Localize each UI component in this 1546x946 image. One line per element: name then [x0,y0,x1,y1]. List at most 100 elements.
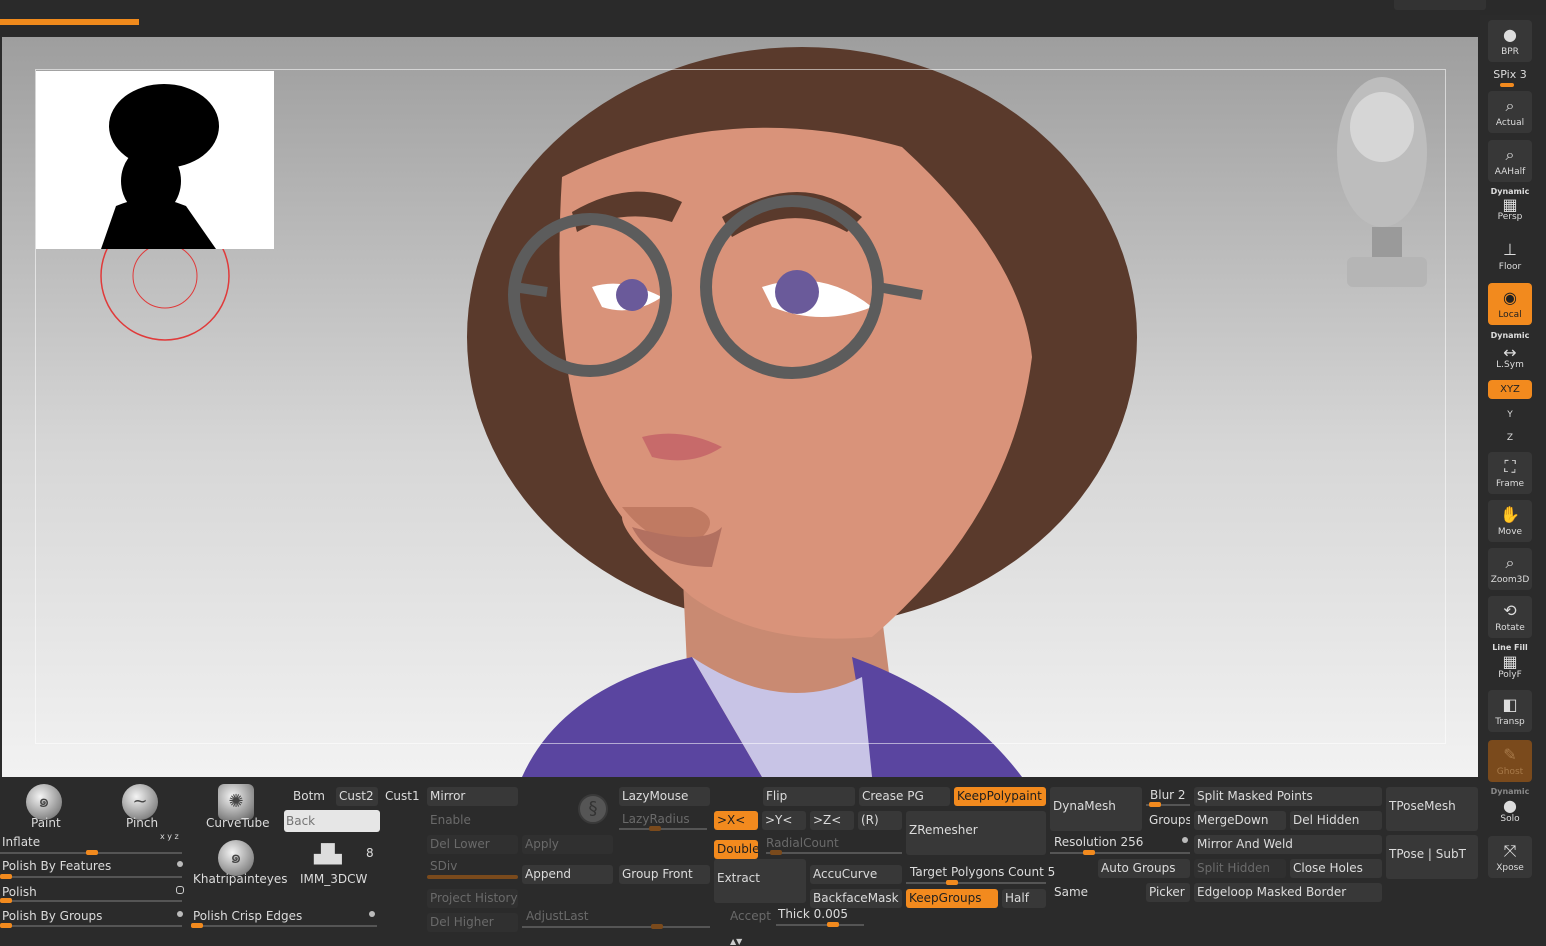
polish-by-groups-slider[interactable] [0,925,182,927]
double-button[interactable]: Double [714,840,758,859]
floor-button[interactable]: ⊥ Floor [1488,235,1532,277]
khatripainteyes-brush-icon[interactable]: ๑ [218,840,254,876]
slider-thumb[interactable] [0,874,12,879]
curvetube-brush-label[interactable]: CurveTube [206,816,270,830]
z-rotate-button[interactable]: Z [1488,428,1532,448]
mirror-and-weld-button[interactable]: Mirror And Weld [1194,835,1382,854]
slider-thumb[interactable] [946,880,958,885]
polish-slider[interactable] [0,900,182,902]
slider-thumb[interactable] [0,923,12,928]
groups-button[interactable]: Groups [1146,811,1190,830]
del-lower-button[interactable]: Del Lower [427,835,518,854]
mergedown-button[interactable]: MergeDown [1194,811,1286,830]
spix-slider[interactable]: SPix 3 [1488,68,1532,81]
ghost-button[interactable]: ✎ Ghost [1488,740,1532,782]
polish-by-features-slider[interactable] [0,876,182,878]
same-button[interactable]: Same [1054,885,1088,899]
split-hidden-button[interactable]: Split Hidden [1194,859,1286,878]
polish-crisp-edges-toggle[interactable] [369,911,375,917]
zoom3d-button[interactable]: ⌕ Zoom3D [1488,548,1532,590]
picker-button[interactable]: Picker [1146,883,1190,902]
group-front-button[interactable]: Group Front [619,865,710,884]
polish-by-features-toggle[interactable] [177,861,183,867]
aahalf-button[interactable]: ⌕ AAHalf [1488,140,1532,182]
lsym-button[interactable]: ↔ L.Sym [1488,343,1532,371]
paint-brush-icon[interactable]: ๑ [26,784,62,820]
tposemesh-button[interactable]: TPoseMesh [1386,787,1478,831]
lazymouse-icon[interactable]: § [578,794,608,824]
dynamesh-button[interactable]: DynaMesh [1050,787,1142,831]
rotate-button[interactable]: ⟲ Rotate [1488,596,1532,638]
botm-button[interactable]: Botm [290,787,332,806]
pinch-brush-label[interactable]: Pinch [126,816,158,830]
persp-button[interactable]: ▦ Persp [1488,195,1532,225]
khatripainteyes-brush-label[interactable]: Khatripainteyes [193,872,288,886]
close-holes-button[interactable]: Close Holes [1290,859,1382,878]
keepgroups-button[interactable]: KeepGroups [906,889,998,908]
polish-crisp-edges-slider[interactable] [191,925,377,927]
slider-thumb[interactable] [0,898,12,903]
project-history-button[interactable]: Project History [427,889,518,908]
resolution-toggle[interactable] [1182,837,1188,843]
zremesher-button[interactable]: ZRemesher [906,811,1046,855]
append-button[interactable]: Append [522,865,613,884]
radial-button[interactable]: (R) [858,811,902,830]
thick-slider[interactable] [776,924,864,926]
tpose-subt-button[interactable]: TPose | SubT [1386,835,1478,879]
enable-button[interactable]: Enable [430,813,471,827]
apply-button[interactable]: Apply [522,835,613,854]
split-masked-points-button[interactable]: Split Masked Points [1194,787,1382,806]
keep-polypaint-button[interactable]: KeepPolypaint [954,787,1046,806]
slider-thumb[interactable] [191,923,203,928]
backfacemask-button[interactable]: BackfaceMask [810,889,902,908]
y-axis-button[interactable]: >Y< [762,811,806,830]
x-axis-button[interactable]: >X< [714,811,758,830]
del-hidden-button[interactable]: Del Hidden [1290,811,1382,830]
adjust-last-slider[interactable] [522,926,710,928]
slider-thumb[interactable] [649,826,661,831]
target-polygons-slider[interactable] [906,882,1046,884]
crease-pg-button[interactable]: Crease PG [859,787,950,806]
xyz-axis-toggle[interactable]: x y z [160,832,179,841]
flip-button[interactable]: Flip [763,787,855,806]
top-menu-button[interactable] [1394,0,1486,10]
polish-toggle[interactable] [176,886,184,894]
sdiv-slider[interactable] [427,875,518,879]
actual-button[interactable]: ⌕ Actual [1488,91,1532,133]
pinch-brush-icon[interactable]: ~ [122,784,158,820]
radialcount-slider[interactable] [766,852,902,854]
inflate-thumb[interactable] [86,850,98,855]
bpr-button[interactable]: ● BPR [1488,20,1532,62]
spix-thumb[interactable] [1500,83,1514,87]
paint-brush-label[interactable]: Paint [31,816,61,830]
slider-thumb[interactable] [651,924,663,929]
slider-thumb[interactable] [827,922,839,927]
del-higher-button[interactable]: Del Higher [427,913,518,932]
curvetube-brush-icon[interactable]: ✺ [218,784,254,820]
slider-thumb[interactable] [1149,802,1161,807]
imm-brush-icon[interactable]: ▟▙ [314,844,342,865]
collapse-tray-icon[interactable]: ▲▼ [730,938,750,946]
imm-brush-label[interactable]: IMM_3DCW [300,872,367,886]
move-button[interactable]: ✋ Move [1488,500,1532,542]
frame-button[interactable]: ⛶ Frame [1488,452,1532,494]
auto-groups-button[interactable]: Auto Groups [1098,859,1190,878]
cust1-button[interactable]: Cust1 [382,787,422,806]
canvas-viewport[interactable] [2,37,1478,777]
xyz-rotate-button[interactable]: XYZ [1488,380,1532,399]
slider-thumb[interactable] [770,850,782,855]
transp-button[interactable]: ◧ Transp [1488,690,1532,732]
cust2-button[interactable]: Cust2 [336,787,378,806]
accept-button[interactable]: Accept [730,909,771,923]
polyf-button[interactable]: ▦ PolyF [1488,651,1532,681]
accucurve-button[interactable]: AccuCurve [810,865,902,884]
lazymouse-button[interactable]: LazyMouse [619,787,710,806]
mirror-button[interactable]: Mirror [427,787,518,806]
polish-by-groups-toggle[interactable] [177,911,183,917]
edgeloop-masked-border-button[interactable]: Edgeloop Masked Border [1194,883,1382,902]
solo-button[interactable]: ● Solo [1488,795,1532,827]
half-button[interactable]: Half [1002,889,1046,908]
z-axis-button[interactable]: >Z< [810,811,854,830]
y-rotate-button[interactable]: Y [1488,405,1532,425]
xpose-button[interactable]: ⤧ Xpose [1488,836,1532,878]
